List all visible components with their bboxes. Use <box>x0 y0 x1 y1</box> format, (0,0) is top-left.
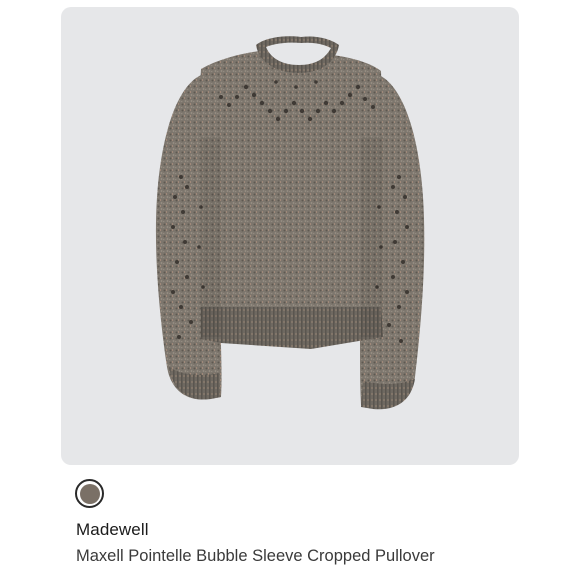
color-swatch[interactable] <box>75 479 104 508</box>
product-brand[interactable]: Madewell <box>76 520 149 540</box>
color-swatch-fill <box>79 483 100 504</box>
product-image[interactable] <box>61 7 519 465</box>
product-image-card[interactable] <box>61 7 519 465</box>
product-listing-page: Madewell Maxell Pointelle Bubble Sleeve … <box>0 0 580 580</box>
product-title[interactable]: Maxell Pointelle Bubble Sleeve Cropped P… <box>76 547 435 566</box>
